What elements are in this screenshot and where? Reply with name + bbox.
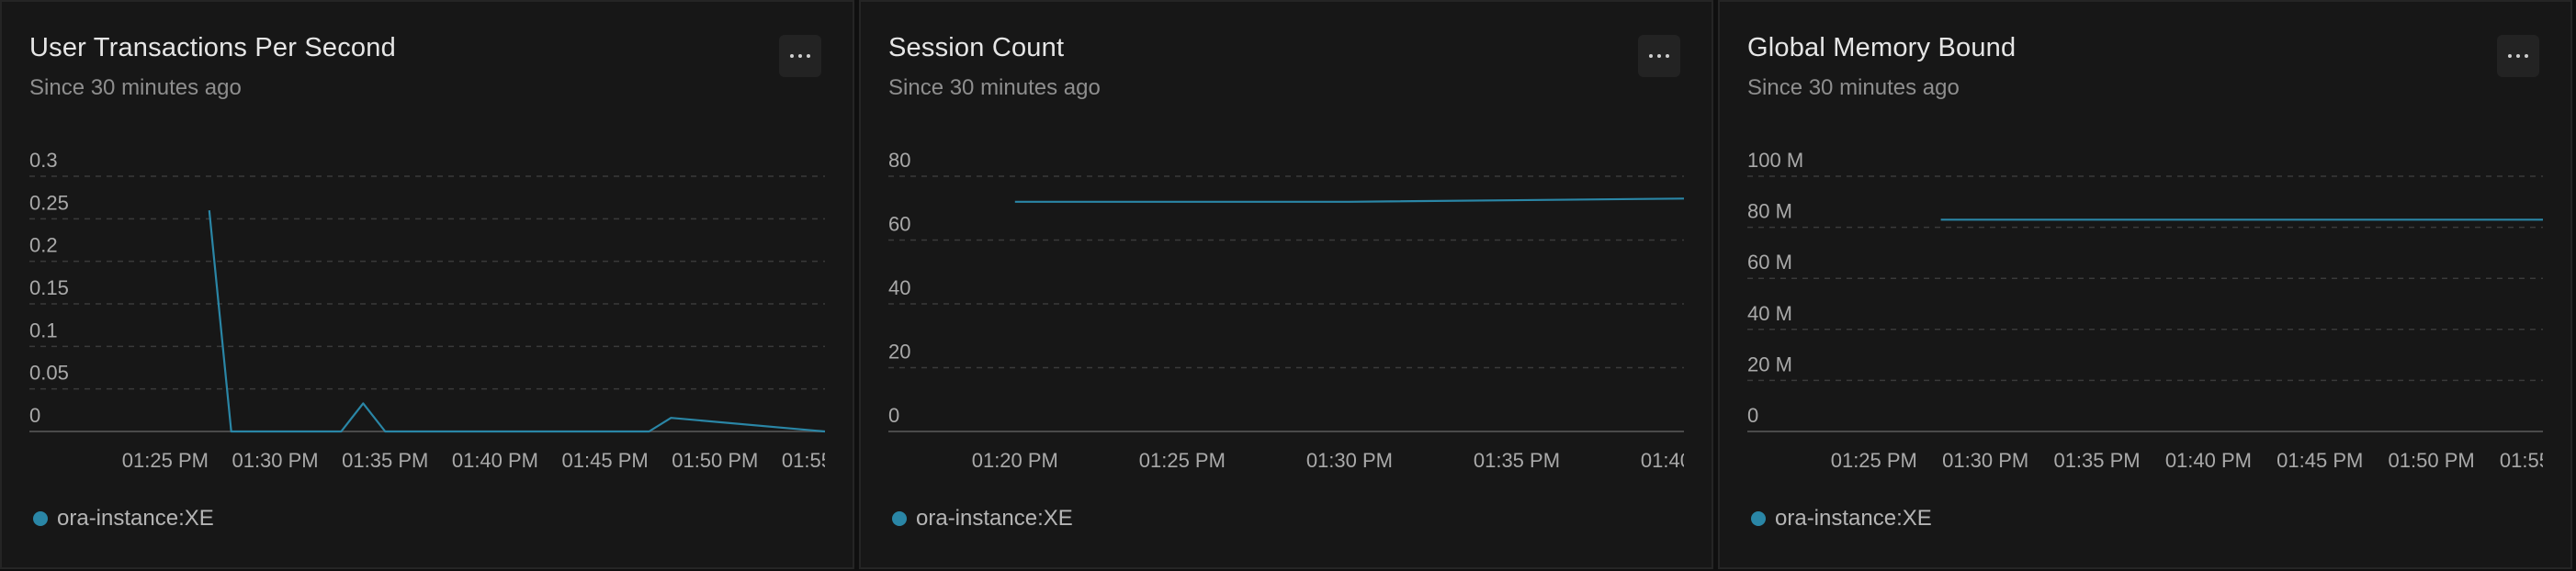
legend-label: ora-instance:XE — [57, 506, 214, 531]
legend[interactable]: ora-instance:XE — [33, 506, 214, 532]
line-chart: 0 20 M 40 M 60 M 80 M 100 M 01:25 PM 01:30 PM 01… — [1747, 149, 2574, 472]
x-tick-label: 01:35 PM — [1474, 449, 1560, 472]
y-tick-label: 0.1 — [29, 319, 58, 341]
x-tick-label: 01:35 PM — [342, 449, 428, 472]
y-tick-label: 0 — [888, 404, 899, 427]
x-tick-label: 01:55 PM — [782, 449, 856, 472]
x-tick-label: 01:30 PM — [1306, 449, 1393, 472]
y-tick-label: 0 — [29, 404, 40, 427]
legend-swatch — [892, 511, 907, 526]
y-tick-label: 40 M — [1747, 302, 1792, 325]
y-tick-label: 40 — [888, 276, 910, 299]
x-tick-label: 01:45 PM — [2277, 449, 2363, 472]
x-tick-label: 01:40 PM — [1641, 449, 1715, 472]
x-tick-label: 01:30 PM — [232, 449, 318, 472]
legend[interactable]: ora-instance:XE — [892, 506, 1073, 532]
x-tick-label: 01:20 PM — [972, 449, 1058, 472]
legend-swatch — [33, 511, 48, 526]
line-chart: 0 0.05 0.1 0.15 0.2 0.25 0.3 01:25 PM 01:30 PM 01… — [29, 149, 856, 472]
y-tick-label: 0.05 — [29, 362, 69, 385]
y-tick-label: 20 M — [1747, 353, 1792, 375]
legend-label: ora-instance:XE — [1775, 506, 1932, 531]
x-tick-label: 01:40 PM — [452, 449, 538, 472]
x-tick-label: 01:25 PM — [1831, 449, 1917, 472]
line-chart: 0 20 40 60 80 01:20 PM 01:25 PM 01:30 PM 01:35 P… — [888, 149, 1715, 472]
y-tick-label: 0.2 — [29, 234, 58, 257]
x-tick-label: 01:50 PM — [2389, 449, 2475, 472]
y-tick-label: 80 — [888, 149, 910, 172]
panel-user-transactions: User Transactions Per Second Since 30 mi… — [0, 0, 854, 569]
legend-swatch — [1751, 511, 1766, 526]
y-tick-label: 60 M — [1747, 251, 1792, 274]
legend[interactable]: ora-instance:XE — [1751, 506, 1932, 532]
y-tick-label: 0.25 — [29, 191, 69, 214]
x-tick-label: 01:35 PM — [2053, 449, 2140, 472]
dashboard: User Transactions Per Second Since 30 mi… — [0, 0, 2576, 569]
x-tick-label: 01:45 PM — [562, 449, 649, 472]
y-tick-label: 80 M — [1747, 200, 1792, 223]
y-tick-label: 0.15 — [29, 276, 69, 299]
y-tick-label: 100 M — [1747, 149, 1803, 172]
legend-label: ora-instance:XE — [916, 506, 1073, 531]
panel-global-memory-bound: Global Memory Bound Since 30 minutes ago… — [1718, 0, 2572, 569]
x-tick-label: 01:25 PM — [122, 449, 209, 472]
y-tick-label: 20 — [888, 341, 910, 364]
panel-session-count: Session Count Since 30 minutes ago 0 20 40… — [859, 0, 1713, 569]
x-tick-label: 01:30 PM — [1942, 449, 2028, 472]
x-tick-label: 01:55 PM — [2500, 449, 2574, 472]
y-tick-label: 60 — [888, 213, 910, 236]
x-tick-label: 01:40 PM — [2165, 449, 2252, 472]
y-tick-label: 0.3 — [29, 149, 58, 172]
x-tick-label: 01:25 PM — [1139, 449, 1226, 472]
y-tick-label: 0 — [1747, 404, 1758, 427]
series-line — [1014, 197, 1685, 203]
x-tick-label: 01:50 PM — [672, 449, 758, 472]
series-line — [208, 209, 826, 433]
